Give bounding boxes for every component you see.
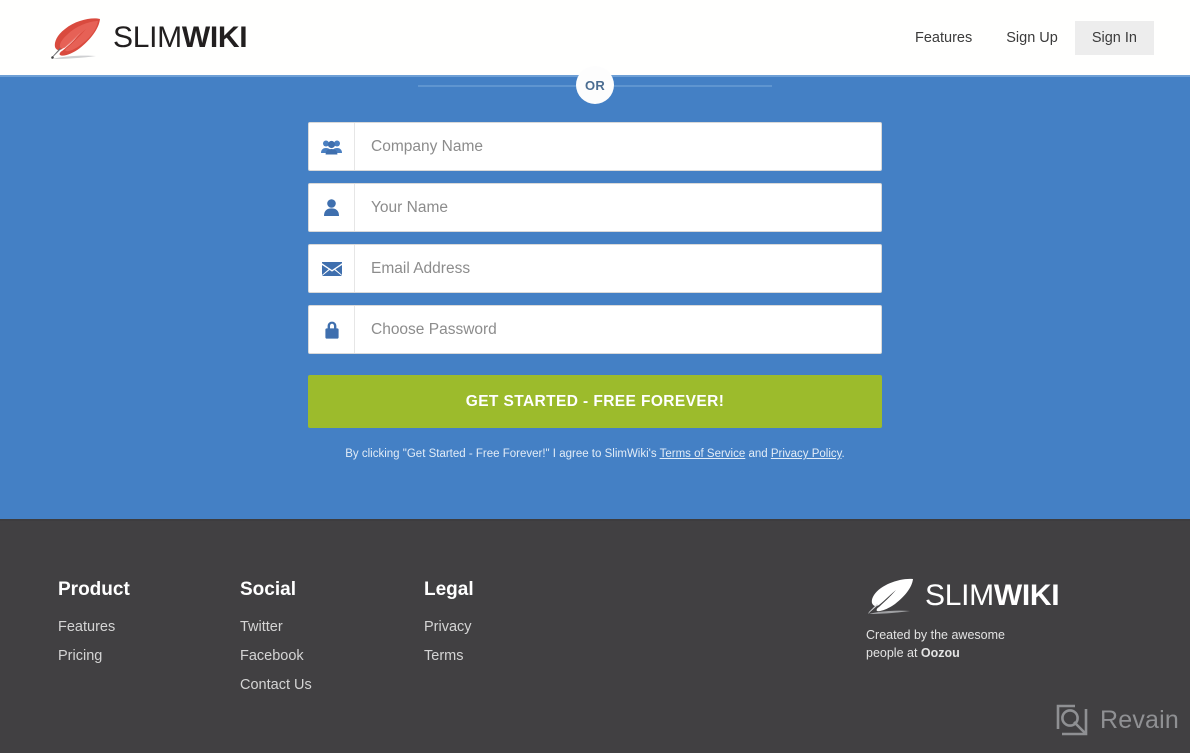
- footer-credit-oozou: Oozou: [920, 645, 960, 660]
- users-group-icon: [309, 123, 355, 170]
- footer-link-features[interactable]: Features: [58, 619, 130, 635]
- footer-link-contact-us[interactable]: Contact Us: [240, 677, 312, 693]
- footer-logo: SLIMWIKI: [866, 577, 1060, 615]
- site-logo-text: SLIMWIKI: [113, 20, 248, 55]
- envelope-icon: [309, 245, 355, 292]
- site-header: SLIMWIKI Features Sign Up Sign In: [0, 0, 1190, 75]
- page-root: SLIMWIKI Features Sign Up Sign In OR Com…: [0, 0, 1190, 753]
- choose-password-placeholder: Choose Password: [371, 320, 497, 338]
- footer-column-legal-title: Legal: [424, 579, 474, 600]
- company-name-field[interactable]: Company Name: [308, 122, 882, 171]
- terms-prefix: By clicking "Get Started - Free Forever!…: [345, 448, 660, 460]
- lock-icon: [309, 306, 355, 353]
- site-logo[interactable]: SLIMWIKI: [48, 14, 248, 62]
- terms-middle: and: [745, 448, 771, 460]
- terms-agreement-text: By clicking "Get Started - Free Forever!…: [308, 446, 882, 462]
- get-started-button[interactable]: GET STARTED - FREE FOREVER!: [308, 375, 882, 428]
- revain-watermark-label: Revain: [1100, 705, 1180, 734]
- logo-text-wiki: WIKI: [181, 20, 248, 54]
- feather-quill-icon: [51, 17, 100, 59]
- choose-password-field[interactable]: Choose Password: [308, 305, 882, 354]
- or-divider: OR: [0, 66, 1190, 104]
- footer-column-product: Product Features Pricing: [58, 579, 130, 677]
- revain-logo-icon: [1056, 704, 1088, 737]
- footer-logo-text-slim: SLIM: [925, 579, 994, 612]
- email-address-field[interactable]: Email Address: [308, 244, 882, 293]
- footer-column-product-title: Product: [58, 579, 130, 600]
- feather-quill-icon: [868, 578, 913, 614]
- your-name-field[interactable]: Your Name: [308, 183, 882, 232]
- site-footer: Product Features Pricing Social Twitter …: [0, 519, 1190, 753]
- or-divider-badge: OR: [576, 66, 614, 104]
- footer-link-pricing[interactable]: Pricing: [58, 648, 130, 664]
- footer-logo-text: SLIMWIKI: [925, 579, 1060, 613]
- footer-column-social-title: Social: [240, 579, 296, 600]
- footer-link-twitter[interactable]: Twitter: [240, 619, 312, 635]
- footer-link-facebook[interactable]: Facebook: [240, 648, 312, 664]
- nav-item-features[interactable]: Features: [898, 21, 989, 55]
- nav-item-sign-up[interactable]: Sign Up: [989, 21, 1075, 55]
- footer-link-privacy[interactable]: Privacy: [424, 619, 474, 635]
- nav-item-sign-in[interactable]: Sign In: [1074, 20, 1154, 55]
- logo-text-slim: SLIM: [113, 20, 182, 54]
- email-address-placeholder: Email Address: [371, 259, 471, 277]
- footer-column-legal: Legal Privacy Terms: [424, 579, 474, 677]
- main-navigation: Features Sign Up Sign In: [898, 20, 1154, 55]
- signup-section: OR Company Name Your Name Email Address …: [0, 66, 1190, 519]
- signup-form: Company Name Your Name Email Address Cho…: [308, 122, 882, 462]
- footer-link-terms[interactable]: Terms: [424, 648, 474, 664]
- footer-brand: SLIMWIKI Created by the awesome people at…: [866, 577, 1060, 663]
- footer-logo-text-wiki: WIKI: [993, 579, 1060, 612]
- your-name-placeholder: Your Name: [371, 198, 448, 216]
- company-name-placeholder: Company Name: [371, 137, 483, 155]
- privacy-policy-link[interactable]: Privacy Policy: [771, 448, 842, 460]
- user-icon: [309, 184, 355, 231]
- footer-credit: Created by the awesome people at Oozou: [866, 627, 1026, 663]
- footer-column-social: Social Twitter Facebook Contact Us: [240, 579, 312, 706]
- footer-credit-line1: Created by the awesome: [866, 628, 1005, 642]
- terms-suffix: .: [841, 448, 845, 460]
- footer-credit-line2-prefix: people at: [866, 645, 921, 660]
- terms-of-service-link[interactable]: Terms of Service: [660, 448, 746, 460]
- revain-watermark: Revain: [1055, 703, 1179, 737]
